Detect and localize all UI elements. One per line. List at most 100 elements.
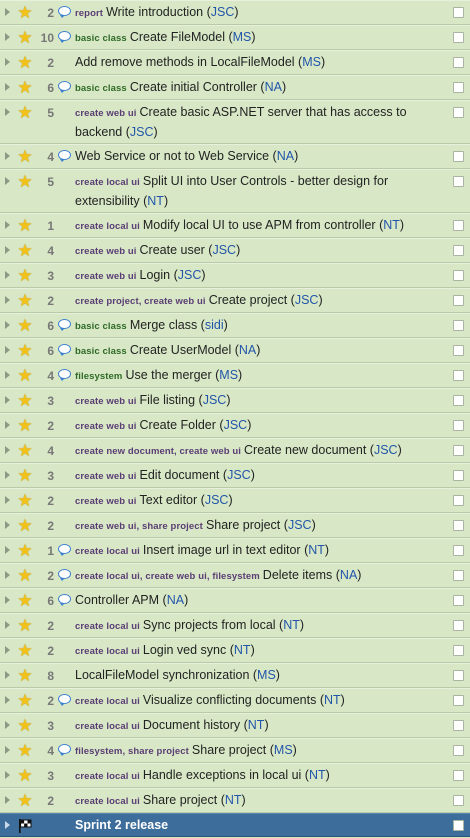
star-cell[interactable]: ★: [14, 564, 36, 584]
expand-triangle-icon[interactable]: [4, 721, 10, 729]
expand-cell[interactable]: [0, 789, 14, 804]
story-row[interactable]: ★ 4 filesystem Use the merger (MS): [0, 363, 470, 388]
story-checkbox[interactable]: [452, 670, 464, 681]
story-checkbox[interactable]: [452, 470, 464, 481]
expand-cell[interactable]: [0, 589, 14, 604]
story-text[interactable]: create web ui File listing (JSC): [75, 389, 446, 411]
story-text[interactable]: report Write introduction (JSC): [75, 1, 446, 23]
story-row[interactable]: ★ 2 Add remove methods in LocalFileModel (…: [0, 50, 470, 75]
checkbox-cell[interactable]: [446, 764, 470, 781]
star-cell[interactable]: ★: [14, 589, 36, 609]
expand-triangle-icon[interactable]: [4, 496, 10, 504]
story-checkbox[interactable]: [452, 645, 464, 656]
expand-cell[interactable]: [0, 364, 14, 379]
star-cell[interactable]: ★: [14, 464, 36, 484]
expand-cell[interactable]: [0, 145, 14, 160]
comment-bubble-icon[interactable]: [58, 6, 71, 18]
checkbox-cell[interactable]: [446, 514, 470, 531]
story-owner[interactable]: MS: [219, 368, 238, 382]
expand-cell[interactable]: [0, 1, 14, 16]
checkbox-cell[interactable]: [446, 51, 470, 68]
checkbox-cell[interactable]: [446, 814, 470, 831]
story-owner[interactable]: sidi: [205, 318, 224, 332]
story-row[interactable]: ★ 3 create web ui Edit document (JSC): [0, 463, 470, 488]
story-row[interactable]: ★ 2 create local ui Share project (NT): [0, 788, 470, 813]
expand-triangle-icon[interactable]: [4, 596, 10, 604]
story-owner[interactable]: JSC: [224, 418, 248, 432]
star-cell[interactable]: ★: [14, 439, 36, 459]
story-owner[interactable]: MS: [257, 668, 276, 682]
story-text[interactable]: create web ui Text editor (JSC): [75, 489, 446, 511]
story-row[interactable]: ★ 2 create local ui Login ved sync (NT): [0, 638, 470, 663]
story-row[interactable]: ★ 1 create local ui Insert image url in tex…: [0, 538, 470, 563]
star-cell[interactable]: ★: [14, 539, 36, 559]
story-checkbox[interactable]: [452, 7, 464, 18]
expand-cell[interactable]: [0, 739, 14, 754]
star-icon[interactable]: ★: [17, 542, 32, 559]
story-text[interactable]: create local ui Insert image url in text …: [75, 539, 446, 561]
story-row[interactable]: ★ 4 Web Service or not to Web Service (NA): [0, 144, 470, 169]
comment-bubble-icon[interactable]: [58, 694, 71, 706]
checkbox-cell[interactable]: [446, 239, 470, 256]
checkbox-cell[interactable]: [446, 539, 470, 556]
story-checkbox[interactable]: [452, 57, 464, 68]
expand-triangle-icon[interactable]: [4, 246, 10, 254]
expand-cell[interactable]: [0, 814, 14, 829]
story-row[interactable]: ★ 2 create local ui, create web ui, filesy…: [0, 563, 470, 588]
star-cell[interactable]: ★: [14, 764, 36, 784]
comment-bubble-icon[interactable]: [58, 744, 71, 756]
expand-triangle-icon[interactable]: [4, 621, 10, 629]
story-owner[interactable]: NT: [225, 793, 242, 807]
story-text[interactable]: create web ui Create basic ASP.NET server…: [75, 101, 446, 142]
story-row[interactable]: ★ 3 create web ui File listing (JSC): [0, 388, 470, 413]
comment-cell[interactable]: [54, 26, 75, 43]
story-checkbox[interactable]: [452, 545, 464, 556]
story-text[interactable]: create local ui Visualize conflicting doc…: [75, 689, 446, 711]
story-text[interactable]: create local ui, create web ui, filesyst…: [75, 564, 446, 586]
story-text[interactable]: create local ui Modify local UI to use AP…: [75, 214, 446, 236]
star-icon[interactable]: ★: [17, 54, 32, 71]
story-owner[interactable]: NA: [239, 343, 256, 357]
expand-cell[interactable]: [0, 614, 14, 629]
expand-cell[interactable]: [0, 514, 14, 529]
expand-cell[interactable]: [0, 264, 14, 279]
story-checkbox[interactable]: [452, 445, 464, 456]
star-cell[interactable]: ★: [14, 714, 36, 734]
star-icon[interactable]: ★: [17, 29, 32, 46]
expand-triangle-icon[interactable]: [4, 177, 10, 185]
expand-triangle-icon[interactable]: [4, 58, 10, 66]
story-text[interactable]: create local ui Login ved sync (NT): [75, 639, 446, 661]
story-text[interactable]: Add remove methods in LocalFileModel (MS…: [75, 51, 446, 72]
expand-cell[interactable]: [0, 714, 14, 729]
story-text[interactable]: basic class Merge class (sidi): [75, 314, 446, 336]
star-cell[interactable]: ★: [14, 639, 36, 659]
expand-triangle-icon[interactable]: [4, 33, 10, 41]
comment-cell[interactable]: [54, 689, 75, 706]
story-text[interactable]: basic class Create initial Controller (NA…: [75, 76, 446, 98]
story-text[interactable]: Controller APM (NA): [75, 589, 446, 610]
story-row[interactable]: ★ 3 create local ui Handle exceptions in lo…: [0, 763, 470, 788]
checkbox-cell[interactable]: [446, 289, 470, 306]
checkbox-cell[interactable]: [446, 564, 470, 581]
expand-triangle-icon[interactable]: [4, 271, 10, 279]
story-text[interactable]: basic class Create FileModel (MS): [75, 26, 446, 48]
story-checkbox[interactable]: [452, 270, 464, 281]
expand-cell[interactable]: [0, 689, 14, 704]
comment-cell[interactable]: [54, 364, 75, 381]
story-owner[interactable]: NT: [147, 194, 164, 208]
story-owner[interactable]: NT: [283, 618, 300, 632]
expand-triangle-icon[interactable]: [4, 746, 10, 754]
expand-triangle-icon[interactable]: [4, 471, 10, 479]
checkbox-cell[interactable]: [446, 714, 470, 731]
story-text[interactable]: basic class Create UserModel (NA): [75, 339, 446, 361]
expand-cell[interactable]: [0, 564, 14, 579]
comment-bubble-icon[interactable]: [58, 569, 71, 581]
star-icon[interactable]: ★: [17, 79, 32, 96]
story-text[interactable]: create project, create web ui Create proj…: [75, 289, 446, 311]
story-row[interactable]: ★ 4 filesystem, share project Share project…: [0, 738, 470, 763]
expand-cell[interactable]: [0, 289, 14, 304]
story-checkbox[interactable]: [452, 745, 464, 756]
story-text[interactable]: create new document, create web ui Create…: [75, 439, 446, 461]
star-cell[interactable]: ★: [14, 214, 36, 234]
expand-triangle-icon[interactable]: [4, 8, 10, 16]
